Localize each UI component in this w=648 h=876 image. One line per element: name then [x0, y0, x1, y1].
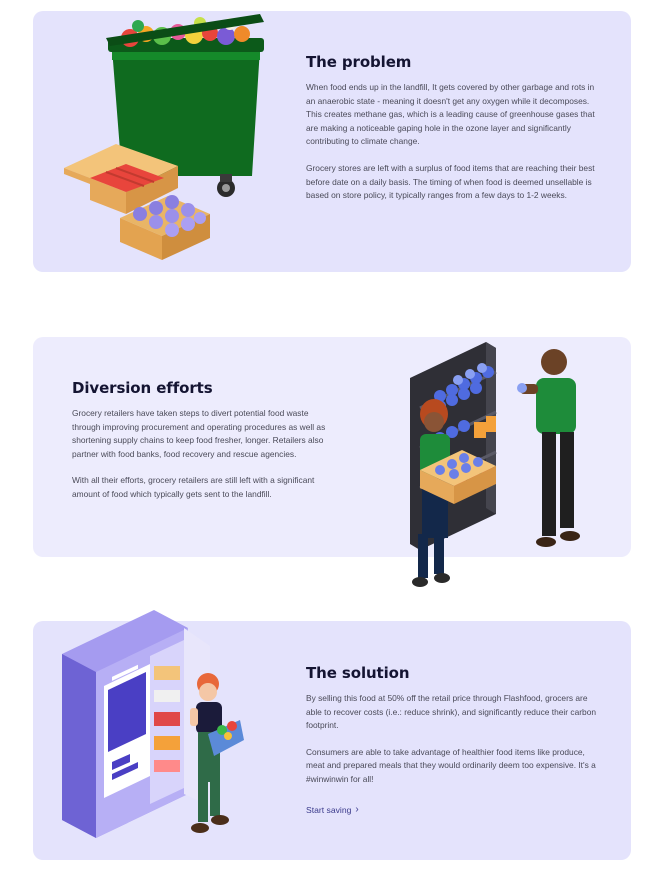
solution-paragraph-1: By selling this food at 50% off the reta… — [306, 693, 597, 731]
solution-title: The solution — [306, 664, 410, 682]
fridge-shopper-illustration — [58, 606, 258, 846]
start-saving-label: Start saving — [306, 804, 352, 815]
dumpster-illustration — [60, 8, 270, 266]
chevron-right-icon: › — [355, 803, 359, 815]
solution-paragraph-2: Consumers are able to take advantage of … — [306, 746, 596, 784]
problem-section: The problem When food ends up in the lan… — [306, 53, 596, 216]
diversion-title: Diversion efforts — [72, 379, 213, 397]
problem-paragraph-2: Grocery stores are left with a surplus o… — [306, 162, 595, 201]
diversion-paragraph-1: Grocery retailers have taken steps to di… — [72, 408, 326, 459]
diversion-section: Diversion efforts Grocery retailers have… — [72, 379, 334, 515]
problem-paragraph-1: When food ends up in the landfill, It ge… — [306, 82, 595, 147]
problem-title: The problem — [306, 53, 412, 71]
grocery-workers-illustration — [400, 338, 600, 596]
diversion-paragraph-2: With all their efforts, grocery retailer… — [72, 475, 315, 499]
solution-section: The solution By selling this food at 50%… — [306, 664, 596, 818]
start-saving-link[interactable]: Start saving › — [306, 803, 359, 815]
